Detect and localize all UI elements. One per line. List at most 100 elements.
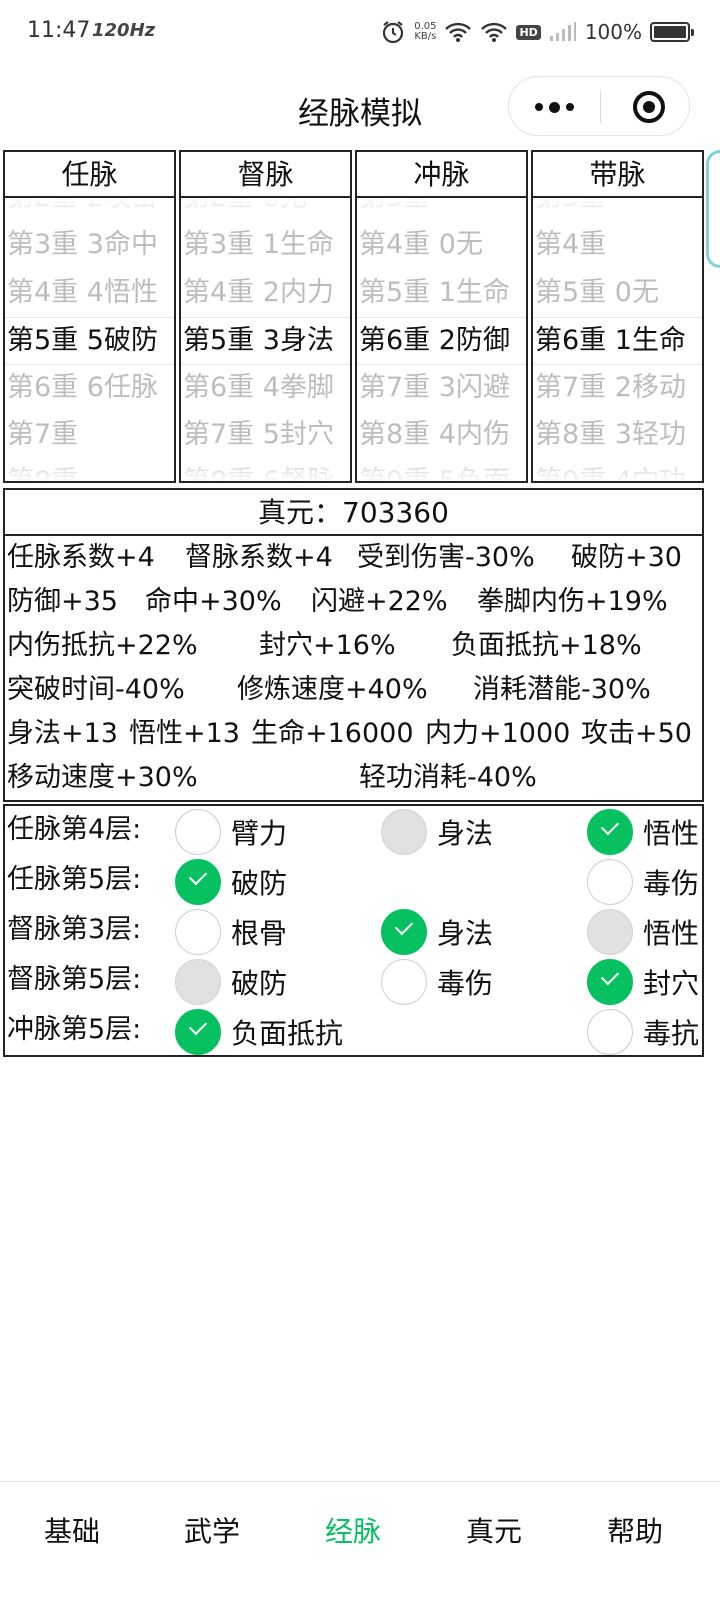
option-fengxue[interactable]: 封穴 xyxy=(587,959,699,1005)
picker-option[interactable]: 第9重 4穴功 xyxy=(533,458,702,481)
more-menu-button[interactable] xyxy=(509,77,599,137)
picker-option[interactable]: 第8重 4内伤 xyxy=(357,411,526,458)
radio-unchecked-icon[interactable] xyxy=(175,909,221,955)
picker-selected-option[interactable]: 第6重 2防御 xyxy=(357,317,526,364)
picker-daimai: 带脉 第3重 第4重 第5重 0无 第6重 1生命 第7重 2移动 第8重 3轻… xyxy=(531,150,704,483)
signal-icon xyxy=(549,22,576,41)
scroll-indicator[interactable] xyxy=(706,150,720,268)
mini-program-capsule xyxy=(508,76,690,136)
picker-option[interactable]: 第5重 1生命 xyxy=(357,269,526,316)
picker-option[interactable]: 第3重 xyxy=(533,198,702,221)
picker-option[interactable]: 第9重 5负面 xyxy=(357,458,526,481)
radio-unchecked-icon[interactable] xyxy=(381,959,427,1005)
stat-item: 内力+1000 xyxy=(425,718,571,749)
close-target-icon[interactable] xyxy=(633,91,665,123)
picker-option[interactable]: 第4重 4悟性 xyxy=(5,269,174,316)
option-biliao[interactable]: 臂力 xyxy=(175,809,287,855)
radio-checked-icon[interactable] xyxy=(381,909,427,955)
stats-line: 移动速度+30% 轻功消耗-40% xyxy=(5,756,702,800)
radio-unchecked-icon[interactable] xyxy=(587,1009,633,1055)
meridian-pickers: 任脉 第2重 2攻击 第3重 3命中 第4重 4悟性 第5重 5破防 第6重 6… xyxy=(3,150,717,484)
radio-unchecked-icon[interactable] xyxy=(175,809,221,855)
picker-option[interactable]: 第7重 3闪避 xyxy=(357,364,526,411)
option-row-label: 冲脉第5层: xyxy=(7,1014,142,1045)
picker-selected-option[interactable]: 第5重 3身法 xyxy=(181,317,350,364)
wifi-icon xyxy=(445,22,472,42)
radio-checked-icon[interactable] xyxy=(175,1009,221,1055)
more-dot-icon xyxy=(534,103,543,111)
picker-wheel[interactable]: 第3重 第4重 第5重 0无 第6重 1生命 第7重 2移动 第8重 3轻功 第… xyxy=(533,198,702,481)
stat-item: 移动速度+30% xyxy=(7,762,198,793)
picker-option[interactable]: 第3重 3命中 xyxy=(5,221,174,268)
picker-option[interactable]: 第7重 5封穴 xyxy=(181,411,350,458)
picker-option[interactable]: 第3重 xyxy=(357,198,526,221)
picker-header: 督脉 xyxy=(181,152,350,198)
stat-item: 身法+13 xyxy=(7,718,118,749)
stats-line: 身法+13 悟性+13 生命+16000 内力+1000 攻击+50 xyxy=(5,712,702,756)
radio-unchecked-icon[interactable] xyxy=(587,859,633,905)
picker-dumai: 督脉 第2重 0无 第3重 1生命 第4重 2内力 第5重 3身法 第6重 4拳… xyxy=(179,150,352,483)
tab-bar: 基础 武学 经脉 真元 帮助 xyxy=(0,1481,720,1600)
picker-option[interactable]: 第8重 xyxy=(5,458,174,481)
more-dot-icon xyxy=(565,103,574,111)
option-pofang[interactable]: 破防 xyxy=(175,859,287,905)
picker-option[interactable]: 第5重 0无 xyxy=(533,269,702,316)
meridian-options: 任脉第4层: 臂力 身法 悟性 任脉第5层: 破防 毒伤 督脉第3层: 根骨 身… xyxy=(3,804,704,1057)
radio-disabled-icon xyxy=(175,959,221,1005)
option-dushang[interactable]: 毒伤 xyxy=(381,959,493,1005)
tab-bangzhu[interactable]: 帮助 xyxy=(563,1510,707,1550)
picker-option[interactable]: 第4重 2内力 xyxy=(181,269,350,316)
stat-item: 拳脚内伤+19% xyxy=(477,586,668,617)
radio-checked-icon[interactable] xyxy=(587,959,633,1005)
option-fumiankangkang[interactable]: 负面抵抗 xyxy=(175,1009,343,1055)
stat-item: 闪避+22% xyxy=(311,586,448,617)
picker-option[interactable]: 第4重 0无 xyxy=(357,221,526,268)
picker-option[interactable]: 第3重 1生命 xyxy=(181,221,350,268)
stat-item: 破防+30 xyxy=(571,542,682,573)
stat-item: 命中+30% xyxy=(145,586,282,617)
picker-option[interactable]: 第4重 xyxy=(533,221,702,268)
picker-selected-option[interactable]: 第6重 1生命 xyxy=(533,317,702,364)
picker-option[interactable]: 第8重 3轻功 xyxy=(533,411,702,458)
picker-option[interactable]: 第7重 xyxy=(5,411,174,458)
option-gengu[interactable]: 根骨 xyxy=(175,909,287,955)
picker-option[interactable]: 第6重 4拳脚 xyxy=(181,364,350,411)
picker-option[interactable]: 第7重 2移动 xyxy=(533,364,702,411)
picker-wheel[interactable]: 第2重 2攻击 第3重 3命中 第4重 4悟性 第5重 5破防 第6重 6任脉 … xyxy=(5,198,174,481)
picker-wheel[interactable]: 第3重 第4重 0无 第5重 1生命 第6重 2防御 第7重 3闪避 第8重 4… xyxy=(357,198,526,481)
option-dushang[interactable]: 毒伤 xyxy=(587,859,699,905)
radio-checked-icon[interactable] xyxy=(175,859,221,905)
tab-jingmai[interactable]: 经脉 xyxy=(281,1510,425,1550)
picker-option[interactable]: 第8重 6督脉 xyxy=(181,458,350,481)
picker-option[interactable]: 第2重 0无 xyxy=(181,198,350,221)
tab-jichu[interactable]: 基础 xyxy=(0,1510,144,1550)
alarm-icon xyxy=(383,21,404,44)
option-shenfa: 身法 xyxy=(381,809,493,855)
stat-item: 负面抵抗+18% xyxy=(451,630,642,661)
option-row-chongmai-5: 冲脉第5层: 负面抵抗 毒抗 xyxy=(5,1006,702,1056)
more-dot-icon xyxy=(548,101,560,113)
picker-wheel[interactable]: 第2重 0无 第3重 1生命 第4重 2内力 第5重 3身法 第6重 4拳脚 第… xyxy=(181,198,350,481)
stat-item: 受到伤害-30% xyxy=(357,542,535,573)
picker-selected-option[interactable]: 第5重 5破防 xyxy=(5,317,174,364)
battery-percent: 100% xyxy=(584,20,642,44)
tab-wuxue[interactable]: 武学 xyxy=(140,1510,284,1550)
picker-option[interactable]: 第6重 6任脉 xyxy=(5,364,174,411)
tab-zhenyuan[interactable]: 真元 xyxy=(422,1510,566,1550)
stats-panel: 真元：703360 任脉系数+4 督脉系数+4 受到伤害-30% 破防+30 防… xyxy=(3,488,704,802)
option-row-label: 督脉第3层: xyxy=(7,914,142,945)
picker-option[interactable]: 第2重 2攻击 xyxy=(5,198,174,221)
stat-item: 封穴+16% xyxy=(259,630,396,661)
option-dukang[interactable]: 毒抗 xyxy=(587,1009,699,1055)
option-shenfa[interactable]: 身法 xyxy=(381,909,493,955)
option-row-dumai-3: 督脉第3层: 根骨 身法 悟性 xyxy=(5,906,702,956)
stat-item: 督脉系数+4 xyxy=(185,542,333,573)
radio-checked-icon[interactable] xyxy=(587,809,633,855)
option-wuxing[interactable]: 悟性 xyxy=(587,809,699,855)
stat-item: 攻击+50 xyxy=(581,718,692,749)
refresh-rate-indicator: 120Hz xyxy=(92,20,156,41)
picker-header: 任脉 xyxy=(5,152,174,198)
wifi-icon xyxy=(481,22,508,42)
stat-item: 轻功消耗-40% xyxy=(359,762,537,793)
battery-icon xyxy=(650,22,694,42)
